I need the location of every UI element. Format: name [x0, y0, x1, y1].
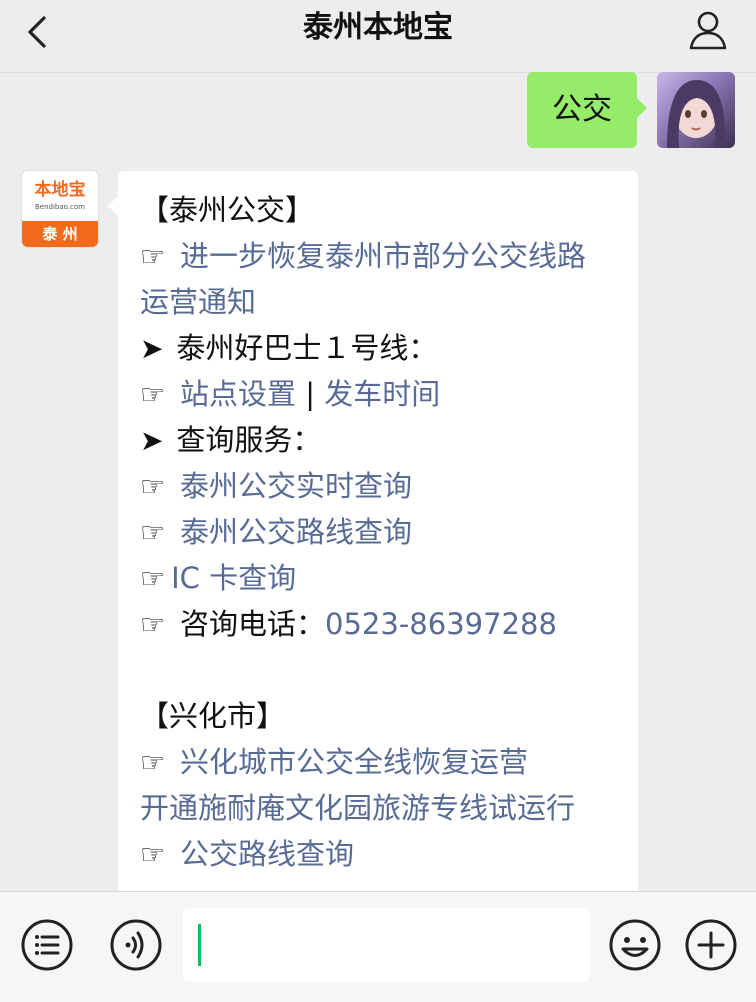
bubble-tail [108, 196, 118, 216]
reply-line: ☞ 公交路线查询 [140, 831, 630, 877]
user-avatar-picture [667, 80, 726, 148]
message-input[interactable] [183, 908, 590, 982]
reply-link[interactable]: 进一步恢复泰州市部分公交线路 [180, 239, 586, 273]
pointing-hand-icon: ☞ [140, 562, 166, 595]
reply-line: ➤ 查询服务： [140, 417, 630, 463]
reply-text: 泰州好巴士１号线： [176, 331, 438, 365]
bot-reply-bubble: 【泰州公交】 ☞ 进一步恢复泰州市部分公交线路 运营通知 ➤ 泰州好巴士１号线： ☞ 站… [118, 171, 638, 911]
bubble-tail [637, 98, 647, 118]
input-bar [0, 891, 756, 1002]
reply-text: 【兴化市】 [140, 699, 286, 733]
reply-line: 运营通知 [140, 279, 630, 325]
reply-line: ☞ 兴化城市公交全线恢复运营 [140, 739, 630, 785]
city-label: 泰 州 [22, 221, 98, 247]
reply-link[interactable]: 0523-86397288 [325, 607, 557, 641]
brand-domain-text: Bendibao.com [34, 203, 85, 211]
chat-title: 泰州本地宝 [303, 10, 453, 45]
text-caret [198, 924, 201, 966]
top-bar: 泰州本地宝 [0, 0, 756, 73]
pointing-hand-icon: ☞ [140, 516, 175, 549]
pointing-hand-icon: ☞ [140, 240, 175, 273]
reply-line: ➤ 泰州好巴士１号线： [140, 325, 630, 371]
user-icon[interactable] [686, 8, 730, 52]
reply-text: 查询服务： [176, 423, 322, 457]
reply-link[interactable]: 泰州公交路线查询 [180, 515, 412, 549]
reply-line: ☞ 进一步恢复泰州市部分公交线路 [140, 233, 630, 279]
pointing-hand-icon: ☞ [140, 838, 175, 871]
reply-line: ☞ IC 卡查询 [140, 555, 630, 601]
bot-avatar[interactable]: 本地宝 Bendibao.com 泰 州 [22, 171, 98, 247]
reply-link[interactable]: 公交路线查询 [180, 837, 354, 871]
pointing-hand-icon: ☞ [140, 378, 175, 411]
reply-line: ☞ 咨询电话：0523-86397288 [140, 601, 630, 647]
reply-text: | [296, 377, 325, 411]
reply-line: ☞ 泰州公交实时查询 [140, 463, 630, 509]
menu-list-icon[interactable] [20, 918, 74, 972]
brand-logo-text: 本地宝 [34, 180, 86, 200]
pointing-hand-icon: ☞ [140, 608, 175, 641]
reply-line: ☞ 泰州公交路线查询 [140, 509, 630, 555]
user-avatar[interactable] [657, 72, 735, 148]
reply-link[interactable]: 发车时间 [324, 377, 440, 411]
avatar-logo-area: 本地宝 Bendibao.com [22, 171, 98, 221]
reply-line: ☞ 站点设置 | 发车时间 [140, 371, 630, 417]
reply-link[interactable]: 兴化城市公交全线恢复运营 [180, 745, 528, 779]
reply-text: 【泰州公交】 [140, 193, 315, 227]
user-message-text: 公交 [552, 92, 612, 127]
pointing-hand-icon: ☞ [140, 746, 175, 779]
reply-link[interactable]: 运营通知 [140, 285, 256, 319]
reply-line: 【兴化市】 [140, 693, 630, 739]
reply-link[interactable]: IC 卡查询 [171, 561, 296, 595]
reply-link[interactable]: 站点设置 [180, 377, 296, 411]
user-message-bubble[interactable]: 公交 [527, 72, 647, 148]
reply-line: 【泰州公交】 [140, 187, 630, 233]
reply-link[interactable]: 开通施耐庵文化园旅游专线试运行 [140, 791, 575, 825]
arrow-bullet-icon: ➤ [140, 424, 173, 457]
plus-icon[interactable] [684, 918, 738, 972]
reply-link[interactable]: 泰州公交实时查询 [180, 469, 412, 503]
reply-line: 开通施耐庵文化园旅游专线试运行 [140, 785, 630, 831]
reply-text: 咨询电话： [180, 607, 326, 641]
arrow-bullet-icon: ➤ [140, 332, 173, 365]
reply-line [140, 647, 630, 693]
emoji-icon[interactable] [608, 918, 662, 972]
pointing-hand-icon: ☞ [140, 470, 175, 503]
voice-icon[interactable] [109, 918, 163, 972]
reply-lines: 【泰州公交】 ☞ 进一步恢复泰州市部分公交线路 运营通知 ➤ 泰州好巴士１号线： ☞ 站… [140, 187, 630, 877]
